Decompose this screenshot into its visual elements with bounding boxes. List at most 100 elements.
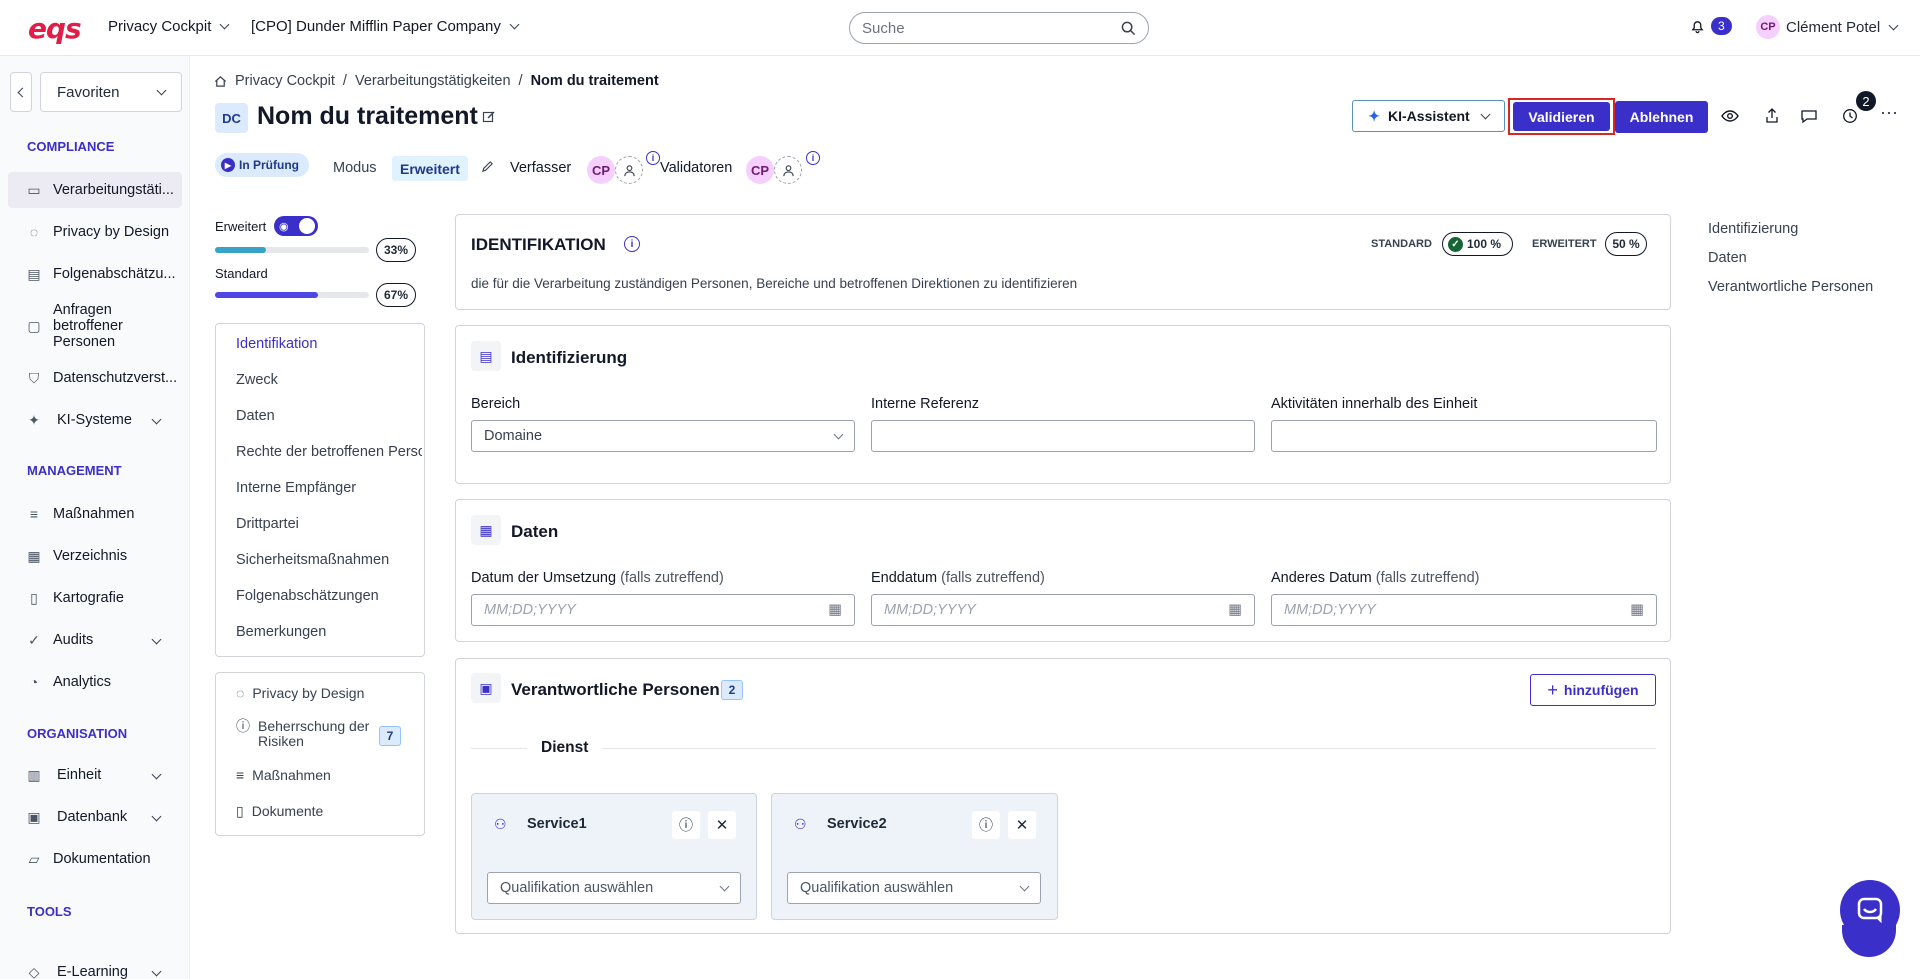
sidebar-item-dokumentation[interactable]: ▱ Dokumentation xyxy=(8,841,182,877)
link-risiken[interactable]: ⓘ Beherrschung der Risiken xyxy=(236,719,370,749)
anchor-identifizierung[interactable]: Identifizierung xyxy=(1708,221,1798,237)
sidebar-item-kartografie[interactable]: ▯ Kartografie xyxy=(8,580,182,616)
service-name: Service1 xyxy=(527,816,587,832)
eye-icon[interactable] xyxy=(1721,108,1739,124)
link-dokumente[interactable]: ▯ Dokumente xyxy=(236,803,323,820)
toc-item-bemerkungen[interactable]: Bemerkungen xyxy=(236,624,422,640)
sidebar-item-ki[interactable]: ✦ KI-Systeme xyxy=(8,402,182,438)
sidebar-item-datenbank[interactable]: ▣ Datenbank xyxy=(8,799,182,835)
link-privacy-by-design[interactable]: ◌ Privacy by Design xyxy=(236,685,364,701)
sidebar-item-label: Verarbeitungstäti... xyxy=(53,182,174,198)
add-person-label: hinzufügen xyxy=(1563,682,1639,698)
sidebar-item-label: Datenbank xyxy=(57,809,128,825)
share-icon[interactable] xyxy=(1765,108,1779,124)
sidebar-item-elearning[interactable]: ◇ E-Learning xyxy=(8,958,182,979)
sidebar-item-label: Verzeichnis xyxy=(53,548,128,564)
toc-item-identifikation[interactable]: Identifikation xyxy=(236,336,422,352)
sidebar-item-datenschutz[interactable]: ⛉ Datenschutzverst... xyxy=(8,360,182,396)
sidebar-item-label: Datenschutzverst... xyxy=(53,370,178,386)
sidebar-item-privacy[interactable]: ◌ Privacy by Design xyxy=(8,214,182,250)
author-label: Verfasser xyxy=(510,160,572,176)
breadcrumb-verarbeitung[interactable]: Verarbeitungstätigkeiten xyxy=(355,73,511,89)
chevron-down-icon xyxy=(151,966,162,977)
activities-input[interactable] xyxy=(1271,420,1657,452)
extended-toggle[interactable]: ◉ xyxy=(274,216,318,236)
date1-label: Datum der Umsetzung (falls zutreffend) xyxy=(471,570,724,586)
link-label: Maßnahmen xyxy=(252,767,331,783)
validate-button[interactable]: Validieren xyxy=(1513,102,1610,131)
chevron-down-icon xyxy=(151,634,162,645)
qualification-select[interactable]: Qualifikation auswählen xyxy=(487,872,741,904)
collapse-sidebar-button[interactable] xyxy=(10,72,32,112)
validator-avatar[interactable]: CP xyxy=(746,156,774,184)
status-text: In Prüfung xyxy=(239,158,299,172)
standard-percent: 67% xyxy=(376,283,416,307)
eqs-logo[interactable]: eqs xyxy=(28,12,82,45)
more-icon[interactable]: ⋯ xyxy=(1880,103,1898,124)
toc-item-zweck[interactable]: Zweck xyxy=(236,372,422,388)
check-icon: ✓ xyxy=(1448,236,1463,252)
add-validator-icon[interactable] xyxy=(774,156,802,184)
add-person-button[interactable]: + hinzufügen xyxy=(1530,674,1656,706)
toc-item-daten[interactable]: Daten xyxy=(236,408,422,424)
sidebar-item-audits[interactable]: ✓ Audits xyxy=(8,622,182,658)
sidebar-item-massnahmen[interactable]: ≡ Maßnahmen xyxy=(8,496,182,532)
sidebar-item-anfragen[interactable]: ▢ Anfragen betroffener Personen xyxy=(8,300,182,352)
briefcase-icon: ▣ xyxy=(27,808,41,825)
anchor-daten[interactable]: Daten xyxy=(1708,250,1747,266)
info-icon[interactable]: ⓘ xyxy=(672,811,700,839)
sidebar-item-folgen[interactable]: ▤ Folgenabschätzu... xyxy=(8,256,182,292)
calendar-icon[interactable]: ▦ xyxy=(1228,602,1242,618)
sidebar-item-verarbeitung[interactable]: ▭ Verarbeitungstäti... xyxy=(8,172,182,208)
sidebar-item-verzeichnis[interactable]: ▦ Verzeichnis xyxy=(8,538,182,574)
app-switcher[interactable]: Privacy Cockpit xyxy=(108,18,230,35)
standard-score-label: STANDARD xyxy=(1371,238,1432,250)
add-author-icon[interactable] xyxy=(615,156,643,184)
standard-progress-label: Standard xyxy=(215,266,268,281)
link-massnahmen[interactable]: ≡ Maßnahmen xyxy=(236,767,331,783)
toc-item-folgen[interactable]: Folgenabschätzungen xyxy=(236,588,422,604)
sidebar-item-einheit[interactable]: ▥ Einheit xyxy=(8,757,182,793)
calendar-icon[interactable]: ▦ xyxy=(1630,602,1644,618)
edit-icon[interactable] xyxy=(482,110,496,124)
toc-item-rechte[interactable]: Rechte der betroffenen Personen xyxy=(236,444,422,460)
toc-item-empfaenger[interactable]: Interne Empfänger xyxy=(236,480,422,496)
toggle-knob xyxy=(299,218,315,234)
favorites-select[interactable]: Favoriten xyxy=(40,72,182,112)
date1-input[interactable]: MM;DD;YYYY ▦ xyxy=(471,594,855,626)
breadcrumb-privacy-cockpit[interactable]: Privacy Cockpit xyxy=(235,73,335,89)
optional-hint: (falls zutreffend) xyxy=(941,570,1045,586)
ref-input[interactable] xyxy=(871,420,1255,452)
anchor-personen[interactable]: Verantwortliche Personen xyxy=(1708,279,1873,295)
ki-assistant-button[interactable]: ✦ KI-Assistent xyxy=(1352,100,1505,132)
author-avatar[interactable]: CP xyxy=(587,156,615,184)
card-description: die für die Verarbeitung zuständigen Per… xyxy=(471,276,1078,291)
bereich-select[interactable]: Domaine xyxy=(471,420,855,452)
help-chat-button[interactable] xyxy=(1840,880,1900,940)
date2-input[interactable]: MM;DD;YYYY ▦ xyxy=(871,594,1255,626)
extended-percent: 33% xyxy=(376,238,416,262)
date3-input[interactable]: MM;DD;YYYY ▦ xyxy=(1271,594,1657,626)
history-icon[interactable] xyxy=(1842,108,1858,124)
author-info-icon[interactable]: i xyxy=(646,151,660,165)
info-icon[interactable]: i xyxy=(624,236,640,252)
reject-button[interactable]: Ablehnen xyxy=(1615,101,1708,133)
close-icon[interactable]: ✕ xyxy=(1008,811,1036,839)
qualification-select[interactable]: Qualifikation auswählen xyxy=(787,872,1041,904)
sidebar-item-label: Dokumentation xyxy=(53,851,151,867)
calendar-icon[interactable]: ▦ xyxy=(828,602,842,618)
toc-item-drittpartei[interactable]: Drittpartei xyxy=(236,516,422,532)
toc-item-sicherheit[interactable]: Sicherheitsmaßnahmen xyxy=(236,552,422,568)
close-icon[interactable]: ✕ xyxy=(708,811,736,839)
comment-icon[interactable] xyxy=(1800,108,1818,124)
mode-value[interactable]: Erweitert xyxy=(392,156,468,181)
id-card-icon: ▤ xyxy=(471,341,501,371)
sidebar-item-label: Einheit xyxy=(57,767,102,783)
company-switcher[interactable]: [CPO] Dunder Mifflin Paper Company xyxy=(251,18,520,35)
validators-info-icon[interactable]: i xyxy=(806,151,820,165)
info-icon[interactable]: ⓘ xyxy=(972,811,1000,839)
user-menu[interactable]: CP Clément Potel xyxy=(1756,15,1899,39)
sidebar-item-analytics[interactable]: ◔ Analytics xyxy=(8,664,182,700)
notifications[interactable]: 3 xyxy=(1690,17,1732,35)
search-input[interactable]: Suche xyxy=(849,12,1149,44)
